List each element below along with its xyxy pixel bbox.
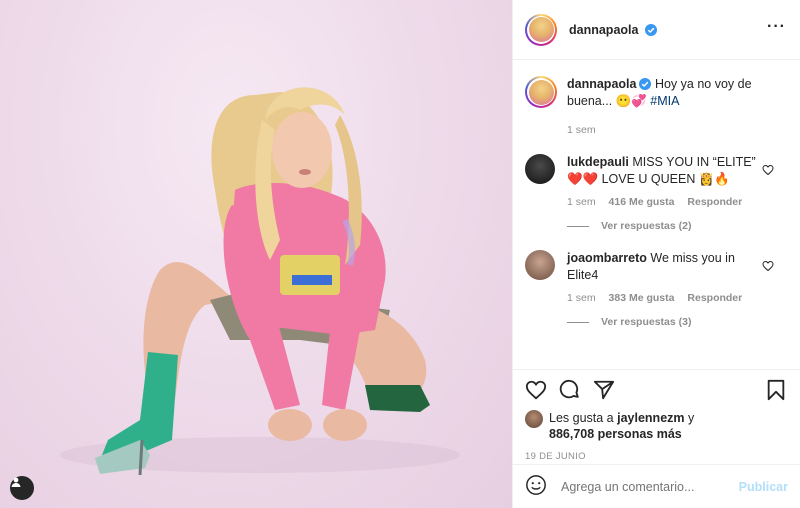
user-tag-icon[interactable] bbox=[10, 476, 34, 500]
likes-summary: Les gusta a jaylennezm y 886,708 persona… bbox=[525, 410, 788, 442]
likes-count[interactable]: 886,708 personas más bbox=[549, 427, 682, 441]
photo-illustration bbox=[60, 87, 460, 476]
comment-age: 1 sem bbox=[567, 292, 596, 304]
view-replies-button[interactable]: Ver respuestas (2) bbox=[567, 220, 788, 232]
caption-age[interactable]: 1 sem bbox=[567, 124, 596, 136]
post-actions: Les gusta a jaylennezm y 886,708 persona… bbox=[513, 369, 800, 464]
post-comment-button[interactable]: Publicar bbox=[739, 480, 788, 494]
commenter-avatar[interactable] bbox=[525, 154, 555, 184]
view-replies-button[interactable]: Ver respuestas (3) bbox=[567, 316, 788, 328]
heart-icon[interactable] bbox=[525, 379, 547, 401]
commenter-avatar[interactable] bbox=[525, 250, 555, 280]
comments-list[interactable]: dannapaola Hoy ya no voy de buena... 😶💞 … bbox=[513, 60, 800, 368]
comment-likes[interactable]: 383 Me gusta bbox=[609, 292, 675, 304]
post-date[interactable]: 19 DE JUNIO bbox=[525, 451, 788, 462]
comment-age: 1 sem bbox=[567, 196, 596, 208]
author-avatar[interactable] bbox=[525, 13, 557, 46]
liker-username[interactable]: jaylennezm bbox=[617, 411, 684, 425]
verified-badge-icon bbox=[639, 78, 652, 90]
caption-text: dannapaola Hoy ya no voy de buena... 😶💞 … bbox=[567, 76, 767, 110]
liker-avatar[interactable] bbox=[525, 410, 543, 428]
comment-input[interactable] bbox=[559, 478, 739, 495]
post-photo[interactable] bbox=[0, 0, 512, 508]
emoji-icon[interactable] bbox=[525, 474, 547, 499]
comment-heart-icon[interactable] bbox=[762, 260, 774, 272]
comment-row: lukdepauli MISS YOU IN “ELITE” ❤️❤️ LOVE… bbox=[525, 154, 788, 208]
verified-badge-icon bbox=[644, 23, 657, 36]
comment-icon[interactable] bbox=[559, 379, 581, 401]
caption-username[interactable]: dannapaola bbox=[567, 77, 636, 91]
author-username[interactable]: dannapaola bbox=[569, 23, 638, 37]
comment-likes[interactable]: 416 Me gusta bbox=[609, 196, 675, 208]
comment-text: joaombarreto We miss you in Elite4 bbox=[567, 250, 767, 284]
comment-row: joaombarreto We miss you in Elite4 1 sem… bbox=[525, 250, 788, 304]
reply-button[interactable]: Responder bbox=[687, 196, 742, 208]
share-icon[interactable] bbox=[593, 379, 615, 401]
comment-username[interactable]: lukdepauli bbox=[567, 155, 629, 169]
comment-username[interactable]: joaombarreto bbox=[567, 251, 647, 265]
more-options-icon[interactable]: ··· bbox=[767, 19, 786, 35]
comment-text: lukdepauli MISS YOU IN “ELITE” ❤️❤️ LOVE… bbox=[567, 154, 767, 188]
post-sidebar: dannapaola ··· dannapaola Hoy ya no voy … bbox=[512, 0, 800, 508]
caption-row: dannapaola Hoy ya no voy de buena... 😶💞 … bbox=[525, 76, 788, 136]
hashtag-link[interactable]: #MIA bbox=[650, 94, 679, 108]
reply-button[interactable]: Responder bbox=[687, 292, 742, 304]
comment-composer: Publicar bbox=[513, 464, 800, 508]
comment-heart-icon[interactable] bbox=[762, 164, 774, 176]
caption-avatar[interactable] bbox=[525, 76, 557, 108]
bookmark-icon[interactable] bbox=[766, 379, 786, 404]
post-header: dannapaola ··· bbox=[513, 0, 800, 60]
